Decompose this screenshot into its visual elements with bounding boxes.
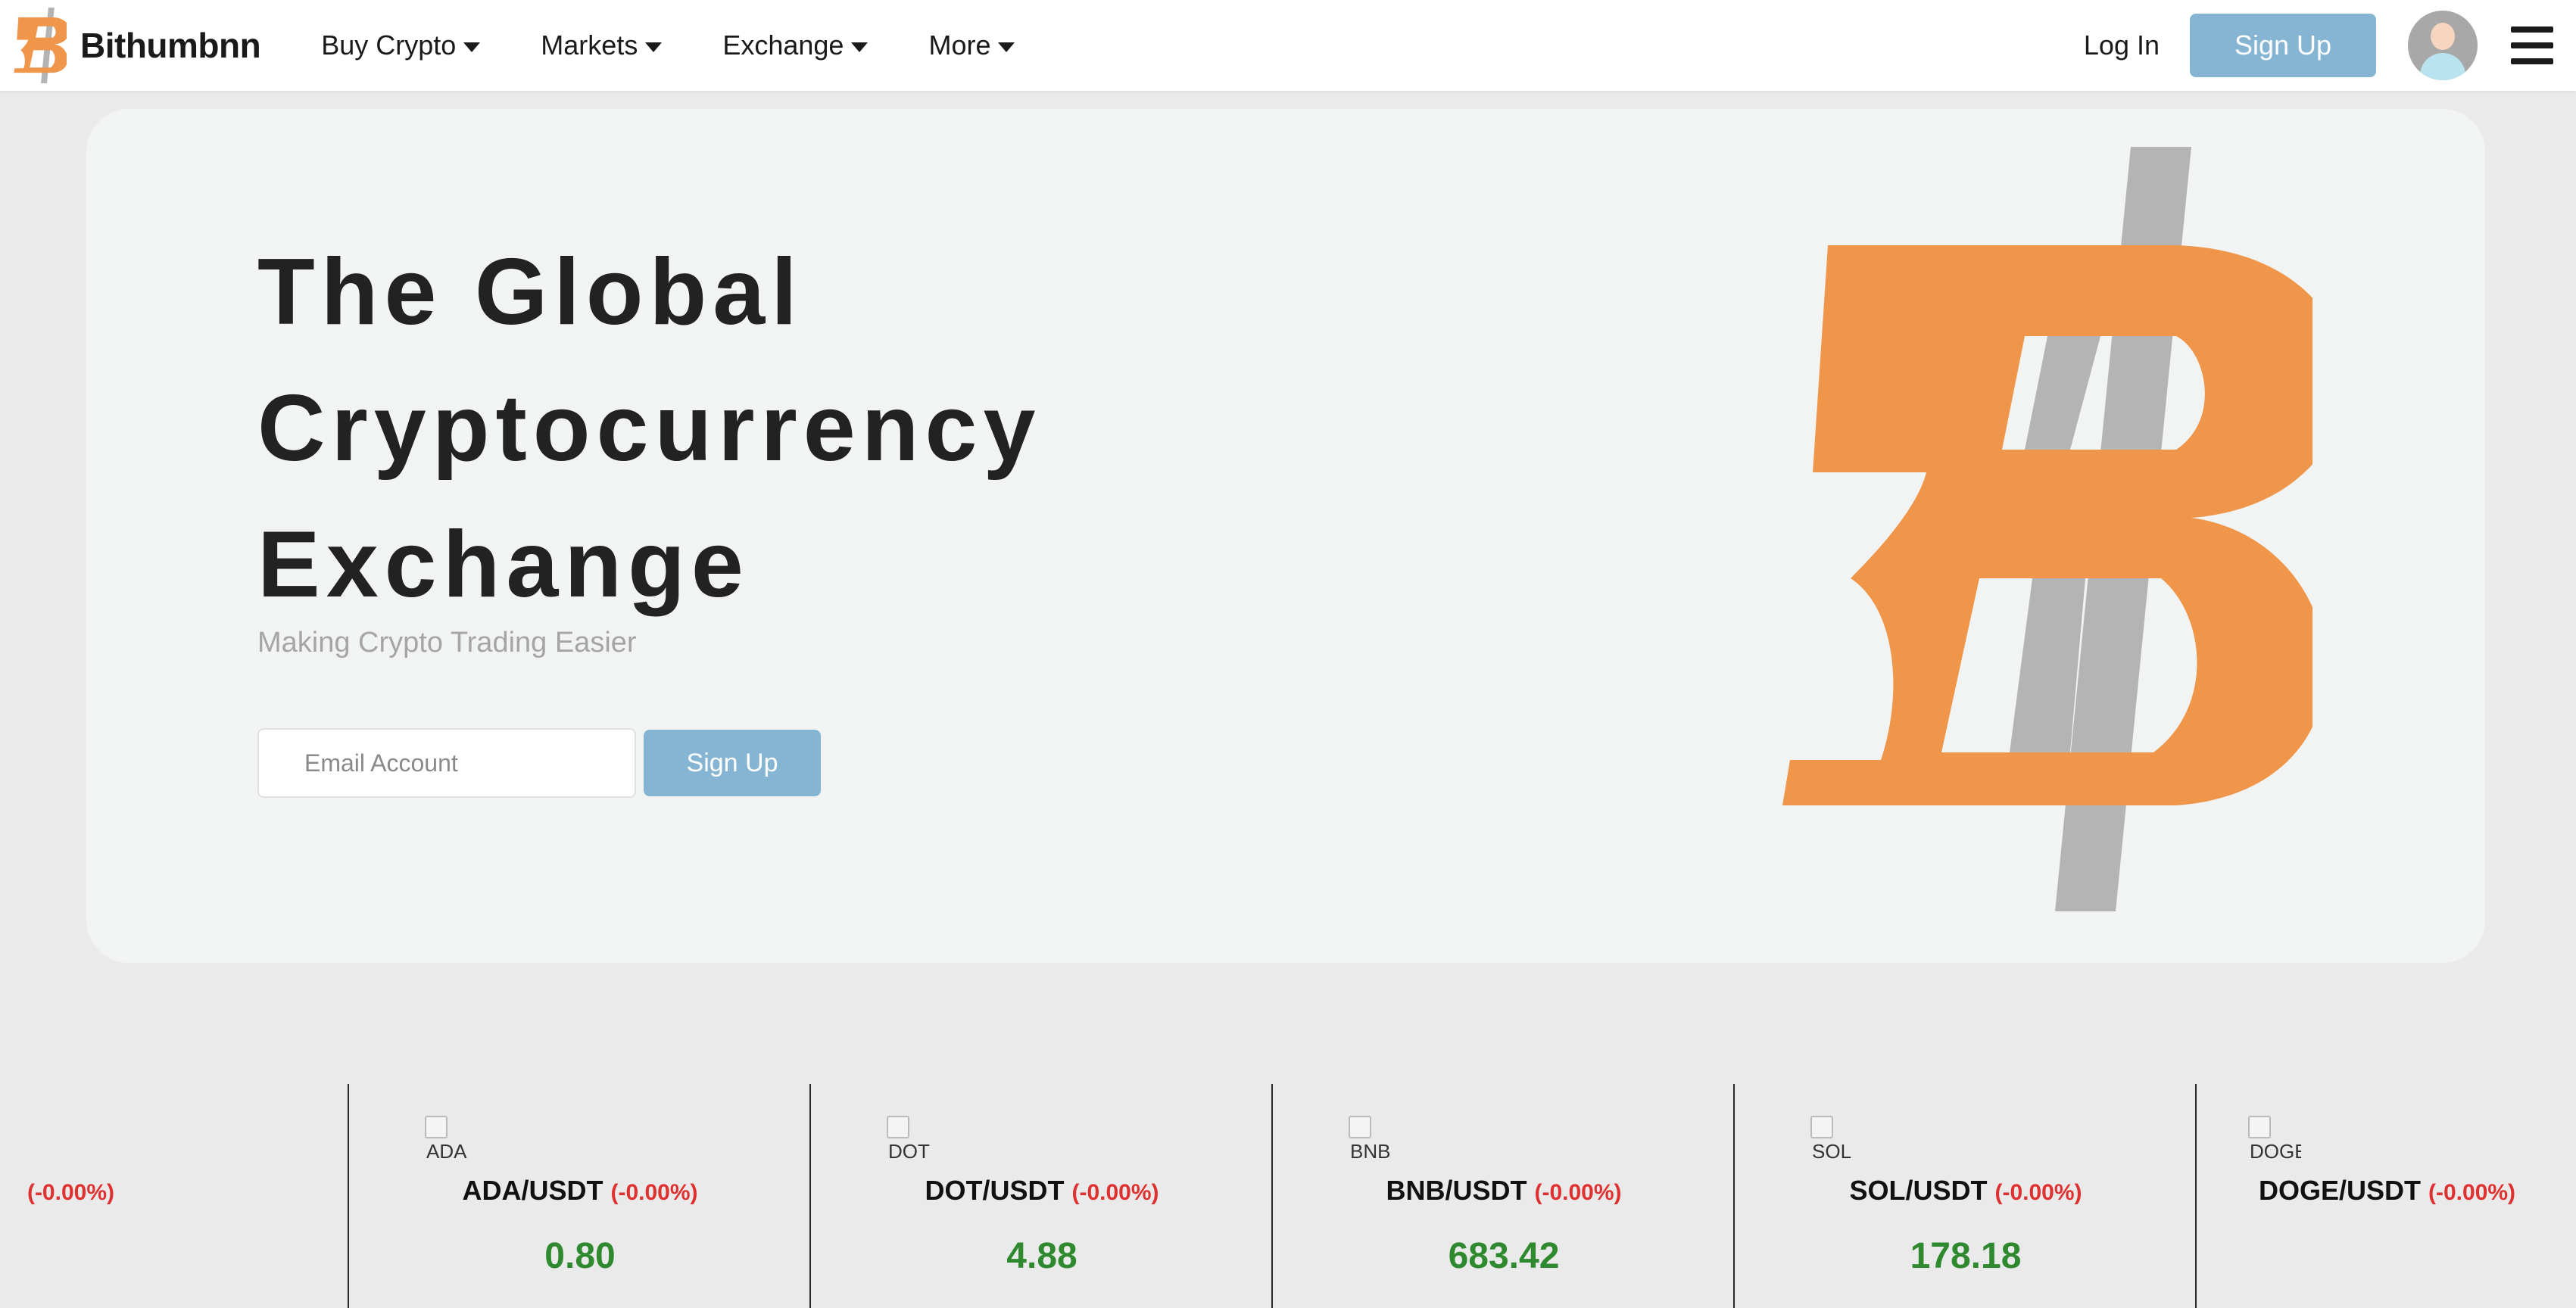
hero-title-line: Exchange [257,512,750,617]
caret-down-icon [998,42,1015,52]
user-avatar-icon[interactable] [2408,11,2478,80]
top-navbar: Bithumbnn Buy Crypto Markets Exchange Mo… [0,0,2576,91]
brand-name: Bithumbnn [80,26,261,65]
brand-link[interactable]: Bithumbnn [14,0,261,91]
nav-markets[interactable]: Markets [541,30,663,61]
price-value: 4.88 [1006,1236,1077,1276]
broken-image-icon [425,1116,448,1138]
coin-image-alt: SOL [1812,1140,1852,1160]
hero-signup-button[interactable]: Sign Up [644,730,821,796]
pair-name: BNB/USDT [1386,1175,1527,1206]
pair-name: SOL/USDT [1849,1175,1988,1206]
nav-exchange[interactable]: Exchange [722,30,869,61]
coin-image: BNB [1349,1116,1402,1160]
brand-logo-icon [14,8,67,83]
ticker-card[interactable]: SOL SOL/USDT (-0.00%) 178.18 [1735,1084,2197,1308]
coin-image-alt: ADA [426,1140,467,1160]
price-value: 683.42 [1448,1236,1560,1276]
price-change: (-0.00%) [1534,1180,1622,1205]
signup-form: Sign Up [257,728,821,798]
hero-banner: The Global Cryptocurrency Exchange Makin… [86,109,2485,963]
pair-name: DOGE/USDT [2259,1175,2422,1206]
price-change: (-0.00%) [2428,1180,2516,1205]
price-change: (-0.00%) [27,1180,114,1205]
login-link[interactable]: Log In [2084,30,2160,61]
ticker-card[interactable]: DOGE DOGE/USDT (-0.00%) [2197,1084,2576,1308]
hamburger-menu-icon[interactable] [2511,26,2553,64]
main-menu: Buy Crypto Markets Exchange More [321,0,1075,91]
ticker-card[interactable]: BNB BNB/USDT (-0.00%) 683.42 [1273,1084,1735,1308]
nav-signup-button[interactable]: Sign Up [2190,14,2376,77]
nav-exchange-label: Exchange [722,30,844,61]
hero-title-line: The Global [257,240,803,344]
caret-down-icon [851,42,869,52]
nav-buy-crypto-label: Buy Crypto [321,30,457,61]
avatar-head [2431,23,2455,50]
price-value: 0.80 [544,1236,616,1276]
broken-image-icon [887,1116,909,1138]
email-input[interactable] [257,728,636,798]
hero-title: The Global Cryptocurrency Exchange [257,224,1242,633]
pair-name: ADA/USDT [462,1175,603,1206]
ticker-card[interactable]: (-0.00%) [0,1084,349,1308]
ticker-track: (-0.00%) ADA ADA/USDT (-0.00%) 0.80 DOT D… [0,1084,2576,1308]
price-value: 178.18 [1910,1236,2022,1276]
coin-image-alt: DOGE [2250,1140,2301,1160]
coin-image: DOT [887,1116,940,1160]
coin-image: ADA [425,1116,478,1160]
hero-title-line: Cryptocurrency [257,376,1042,481]
coin-image: SOL [1810,1116,1863,1160]
broken-image-icon [1349,1116,1371,1138]
price-change: (-0.00%) [610,1180,698,1205]
pair-line: DOT/USDT (-0.00%) [811,1175,1273,1207]
bithumb-b-logo-icon [1782,147,2312,911]
ticker-card[interactable]: DOT DOT/USDT (-0.00%) 4.88 [811,1084,1273,1308]
nav-actions: Log In Sign Up [2084,0,2576,91]
caret-down-icon [463,42,481,52]
price-change: (-0.00%) [1071,1180,1159,1205]
pair-line: (-0.00%) [0,1175,349,1207]
broken-image-icon [1810,1116,1833,1138]
hamburger-bar [2511,26,2553,33]
caret-down-icon [645,42,663,52]
pair-line: ADA/USDT (-0.00%) [349,1175,811,1207]
ticker-card[interactable]: ADA ADA/USDT (-0.00%) 0.80 [349,1084,811,1308]
nav-more[interactable]: More [928,30,1015,61]
coin-image-alt: DOT [888,1140,930,1160]
pair-line: BNB/USDT (-0.00%) [1273,1175,1735,1207]
hamburger-bar [2511,58,2553,64]
coin-image-alt: BNB [1350,1140,1391,1160]
broken-image-icon [2248,1116,2271,1138]
coin-image: DOGE [2248,1116,2301,1160]
hero-subtitle: Making Crypto Trading Easier [257,627,637,659]
nav-buy-crypto[interactable]: Buy Crypto [321,30,481,61]
avatar-body [2420,53,2465,80]
hamburger-bar [2511,42,2553,48]
pair-line: DOGE/USDT (-0.00%) [2197,1175,2576,1207]
nav-markets-label: Markets [541,30,638,61]
pair-name: DOT/USDT [925,1175,1065,1206]
market-ticker: (-0.00%) ADA ADA/USDT (-0.00%) 0.80 DOT D… [0,1084,2576,1308]
nav-more-label: More [928,30,991,61]
pair-line: SOL/USDT (-0.00%) [1735,1175,2197,1207]
price-change: (-0.00%) [1994,1180,2082,1205]
